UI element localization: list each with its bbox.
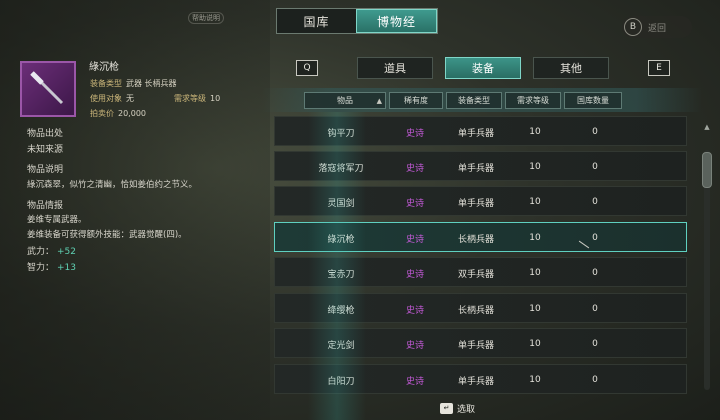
select-prompt[interactable]: ↵ 选取 xyxy=(440,400,520,416)
table-header: 物品 ▲ 稀有度 装备类型 需求等级 国库数量 xyxy=(262,88,702,112)
item-name: 綠沉枪 xyxy=(89,62,119,73)
detail-line-1: 姜维专属武器。 xyxy=(27,215,87,225)
key-b-icon: B xyxy=(624,18,642,36)
info-price: 拍卖价 20,000 xyxy=(90,109,146,118)
scroll-up-icon[interactable]: ▲ xyxy=(702,122,712,132)
col-equip-type[interactable]: 装备类型 xyxy=(446,92,502,109)
stat-strength: 武力： +52 xyxy=(27,247,77,257)
scrollbar-thumb[interactable] xyxy=(702,152,712,188)
stat-intellect: 智力： +13 xyxy=(27,263,77,273)
tab-guoku[interactable]: 国库 xyxy=(277,9,356,33)
item-icon-spear xyxy=(20,61,76,117)
info-equip-type: 装备类型 武器 长柄兵器 xyxy=(90,79,177,88)
origin-text: 未知来源 xyxy=(27,145,64,155)
info-level: 需求等级 10 xyxy=(174,94,221,103)
table-row[interactable]: 宝赤刀 史诗 双手兵器 10 0 xyxy=(274,257,687,287)
origin-title: 物品出处 xyxy=(27,129,64,139)
col-item[interactable]: 物品 ▲ xyxy=(304,92,386,109)
table-row[interactable]: 钩平刀 史诗 单手兵器 10 0 xyxy=(274,116,687,146)
desc-title: 物品说明 xyxy=(27,165,64,175)
table-row[interactable]: 定光剑 史诗 单手兵器 10 0 xyxy=(274,328,687,358)
help-tag[interactable]: 帮助说明 xyxy=(188,12,224,24)
col-req-level[interactable]: 需求等级 xyxy=(505,92,561,109)
detail-title: 物品情报 xyxy=(27,201,64,211)
col-rarity[interactable]: 稀有度 xyxy=(389,92,443,109)
table-row-selected[interactable]: 綠沉枪 史诗 长柄兵器 10 0 xyxy=(274,222,687,252)
spear-icon xyxy=(30,71,64,105)
table-row[interactable]: 白阳刀 史诗 单手兵器 10 0 xyxy=(274,364,687,394)
table-row[interactable]: 落寇将军刀 史诗 单手兵器 10 0 xyxy=(274,151,687,181)
key-e-next[interactable]: E xyxy=(648,60,670,76)
col-stock[interactable]: 国库数量 xyxy=(564,92,622,109)
select-label: 选取 xyxy=(457,404,476,415)
tab-qita[interactable]: 其他 xyxy=(533,57,609,79)
tab-daoju[interactable]: 道具 xyxy=(357,57,433,79)
tab-bowujing[interactable]: 博物经 xyxy=(356,9,437,33)
sort-icon: ▲ xyxy=(376,96,382,105)
key-q-prev[interactable]: Q xyxy=(296,60,318,76)
table-row[interactable]: 绛缨枪 史诗 长柄兵器 10 0 xyxy=(274,293,687,323)
back-button[interactable]: B 返回 xyxy=(622,16,692,38)
desc-text: 綠沉森翠，似竹之清幽，恰如姜伯约之节义。 xyxy=(27,180,198,190)
detail-line-2: 姜维装备可获得额外技能：武器觉醒(四)。 xyxy=(27,230,187,240)
table-row[interactable]: 灵国剑 史诗 单手兵器 10 0 xyxy=(274,186,687,216)
back-label: 返回 xyxy=(648,23,667,34)
top-tab-bar: 国库 博物经 xyxy=(276,8,438,34)
tab-zhuangbei[interactable]: 装备 xyxy=(445,57,521,79)
info-target: 使用对象无 xyxy=(90,94,134,103)
enter-key-icon: ↵ xyxy=(440,402,453,414)
